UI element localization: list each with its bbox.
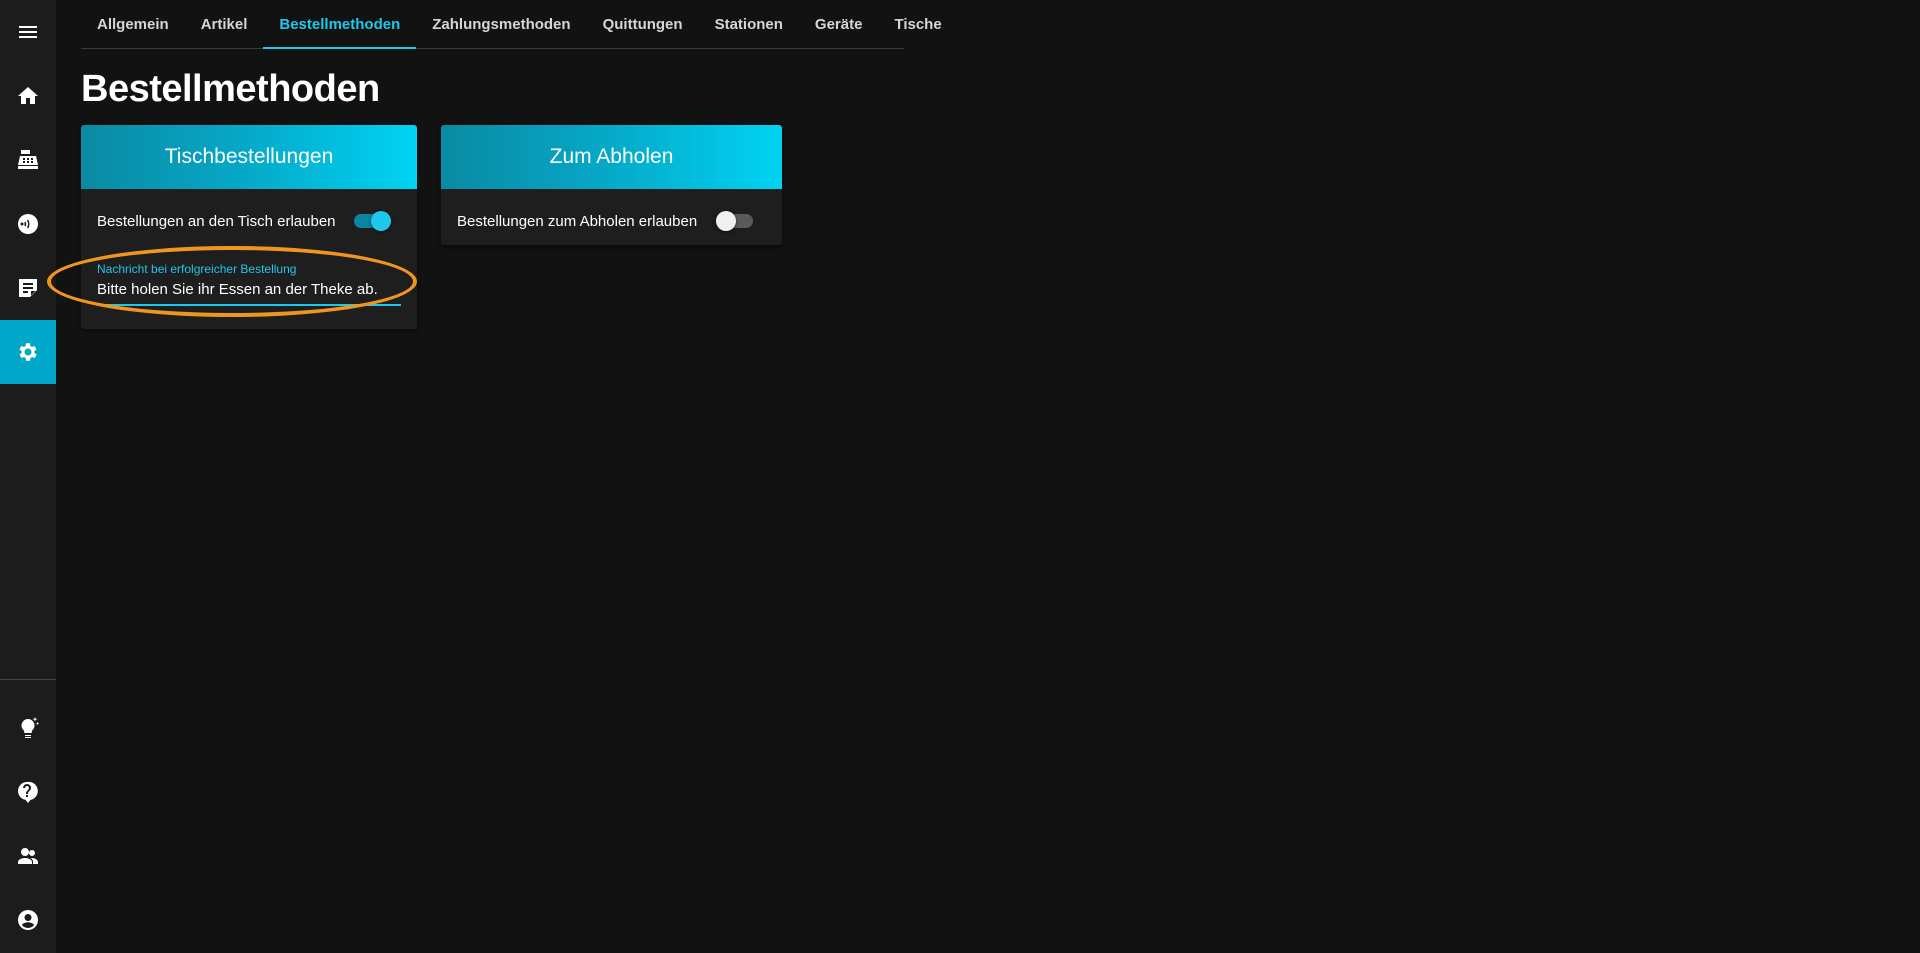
- sidebar-divider: [0, 679, 56, 680]
- page-title: Bestellmethoden: [81, 68, 380, 110]
- tab-allgemein[interactable]: Allgemein: [81, 0, 185, 48]
- pickup-toggle-row: Bestellungen zum Abholen erlauben: [457, 201, 762, 241]
- sidebar-item-settings[interactable]: [0, 320, 56, 384]
- pickup-card-title: Zum Abholen: [441, 125, 782, 189]
- sidebar-item-ideas[interactable]: [0, 696, 56, 760]
- tab-stationen[interactable]: Stationen: [699, 0, 799, 48]
- tab-geraete[interactable]: Geräte: [799, 0, 879, 48]
- users-icon: [18, 848, 38, 864]
- sidebar-item-orders[interactable]: [0, 256, 56, 320]
- gear-icon: [19, 343, 37, 361]
- sidebar-item-cash-register[interactable]: [0, 128, 56, 192]
- success-message-input[interactable]: [97, 278, 401, 300]
- sidebar-item-nfc[interactable]: [0, 192, 56, 256]
- menu-icon: [19, 26, 37, 38]
- table-orders-toggle-label: Bestellungen an den Tisch erlauben: [97, 212, 336, 230]
- tab-zahlungsmethoden[interactable]: Zahlungsmethoden: [416, 0, 586, 48]
- table-orders-toggle-row: Bestellungen an den Tisch erlauben: [97, 201, 401, 241]
- success-message-label: Nachricht bei erfolgreicher Bestellung: [97, 262, 297, 276]
- success-message-field: Nachricht bei erfolgreicher Bestellung: [97, 262, 401, 306]
- tab-bestellmethoden[interactable]: Bestellmethoden: [263, 0, 417, 49]
- cash-register-icon: [18, 150, 38, 169]
- pickup-toggle[interactable]: [716, 209, 756, 233]
- toggle-thumb: [371, 211, 391, 231]
- sidebar-item-help[interactable]: [0, 760, 56, 824]
- nfc-icon: [18, 214, 38, 234]
- help-icon: [18, 781, 38, 803]
- tab-artikel[interactable]: Artikel: [185, 0, 264, 48]
- account-icon: [18, 910, 38, 930]
- sidebar-item-home[interactable]: [0, 64, 56, 128]
- table-orders-toggle[interactable]: [351, 209, 391, 233]
- table-orders-card: Tischbestellungen Bestellungen an den Ti…: [81, 125, 417, 329]
- table-orders-card-title: Tischbestellungen: [81, 125, 417, 189]
- lightbulb-icon: [21, 717, 39, 738]
- pickup-toggle-label: Bestellungen zum Abholen erlauben: [457, 212, 698, 230]
- note-icon: [19, 279, 37, 297]
- home-icon: [18, 87, 38, 104]
- sidebar: [0, 0, 56, 953]
- toggle-thumb: [716, 211, 736, 231]
- tab-quittungen[interactable]: Quittungen: [587, 0, 699, 48]
- sidebar-item-users[interactable]: [0, 824, 56, 888]
- settings-tabs: Allgemein Artikel Bestellmethoden Zahlun…: [81, 0, 942, 49]
- menu-button[interactable]: [0, 0, 56, 64]
- tab-tische[interactable]: Tische: [878, 0, 957, 48]
- sidebar-item-account[interactable]: [0, 888, 56, 952]
- pickup-card: Zum Abholen Bestellungen zum Abholen erl…: [441, 125, 782, 245]
